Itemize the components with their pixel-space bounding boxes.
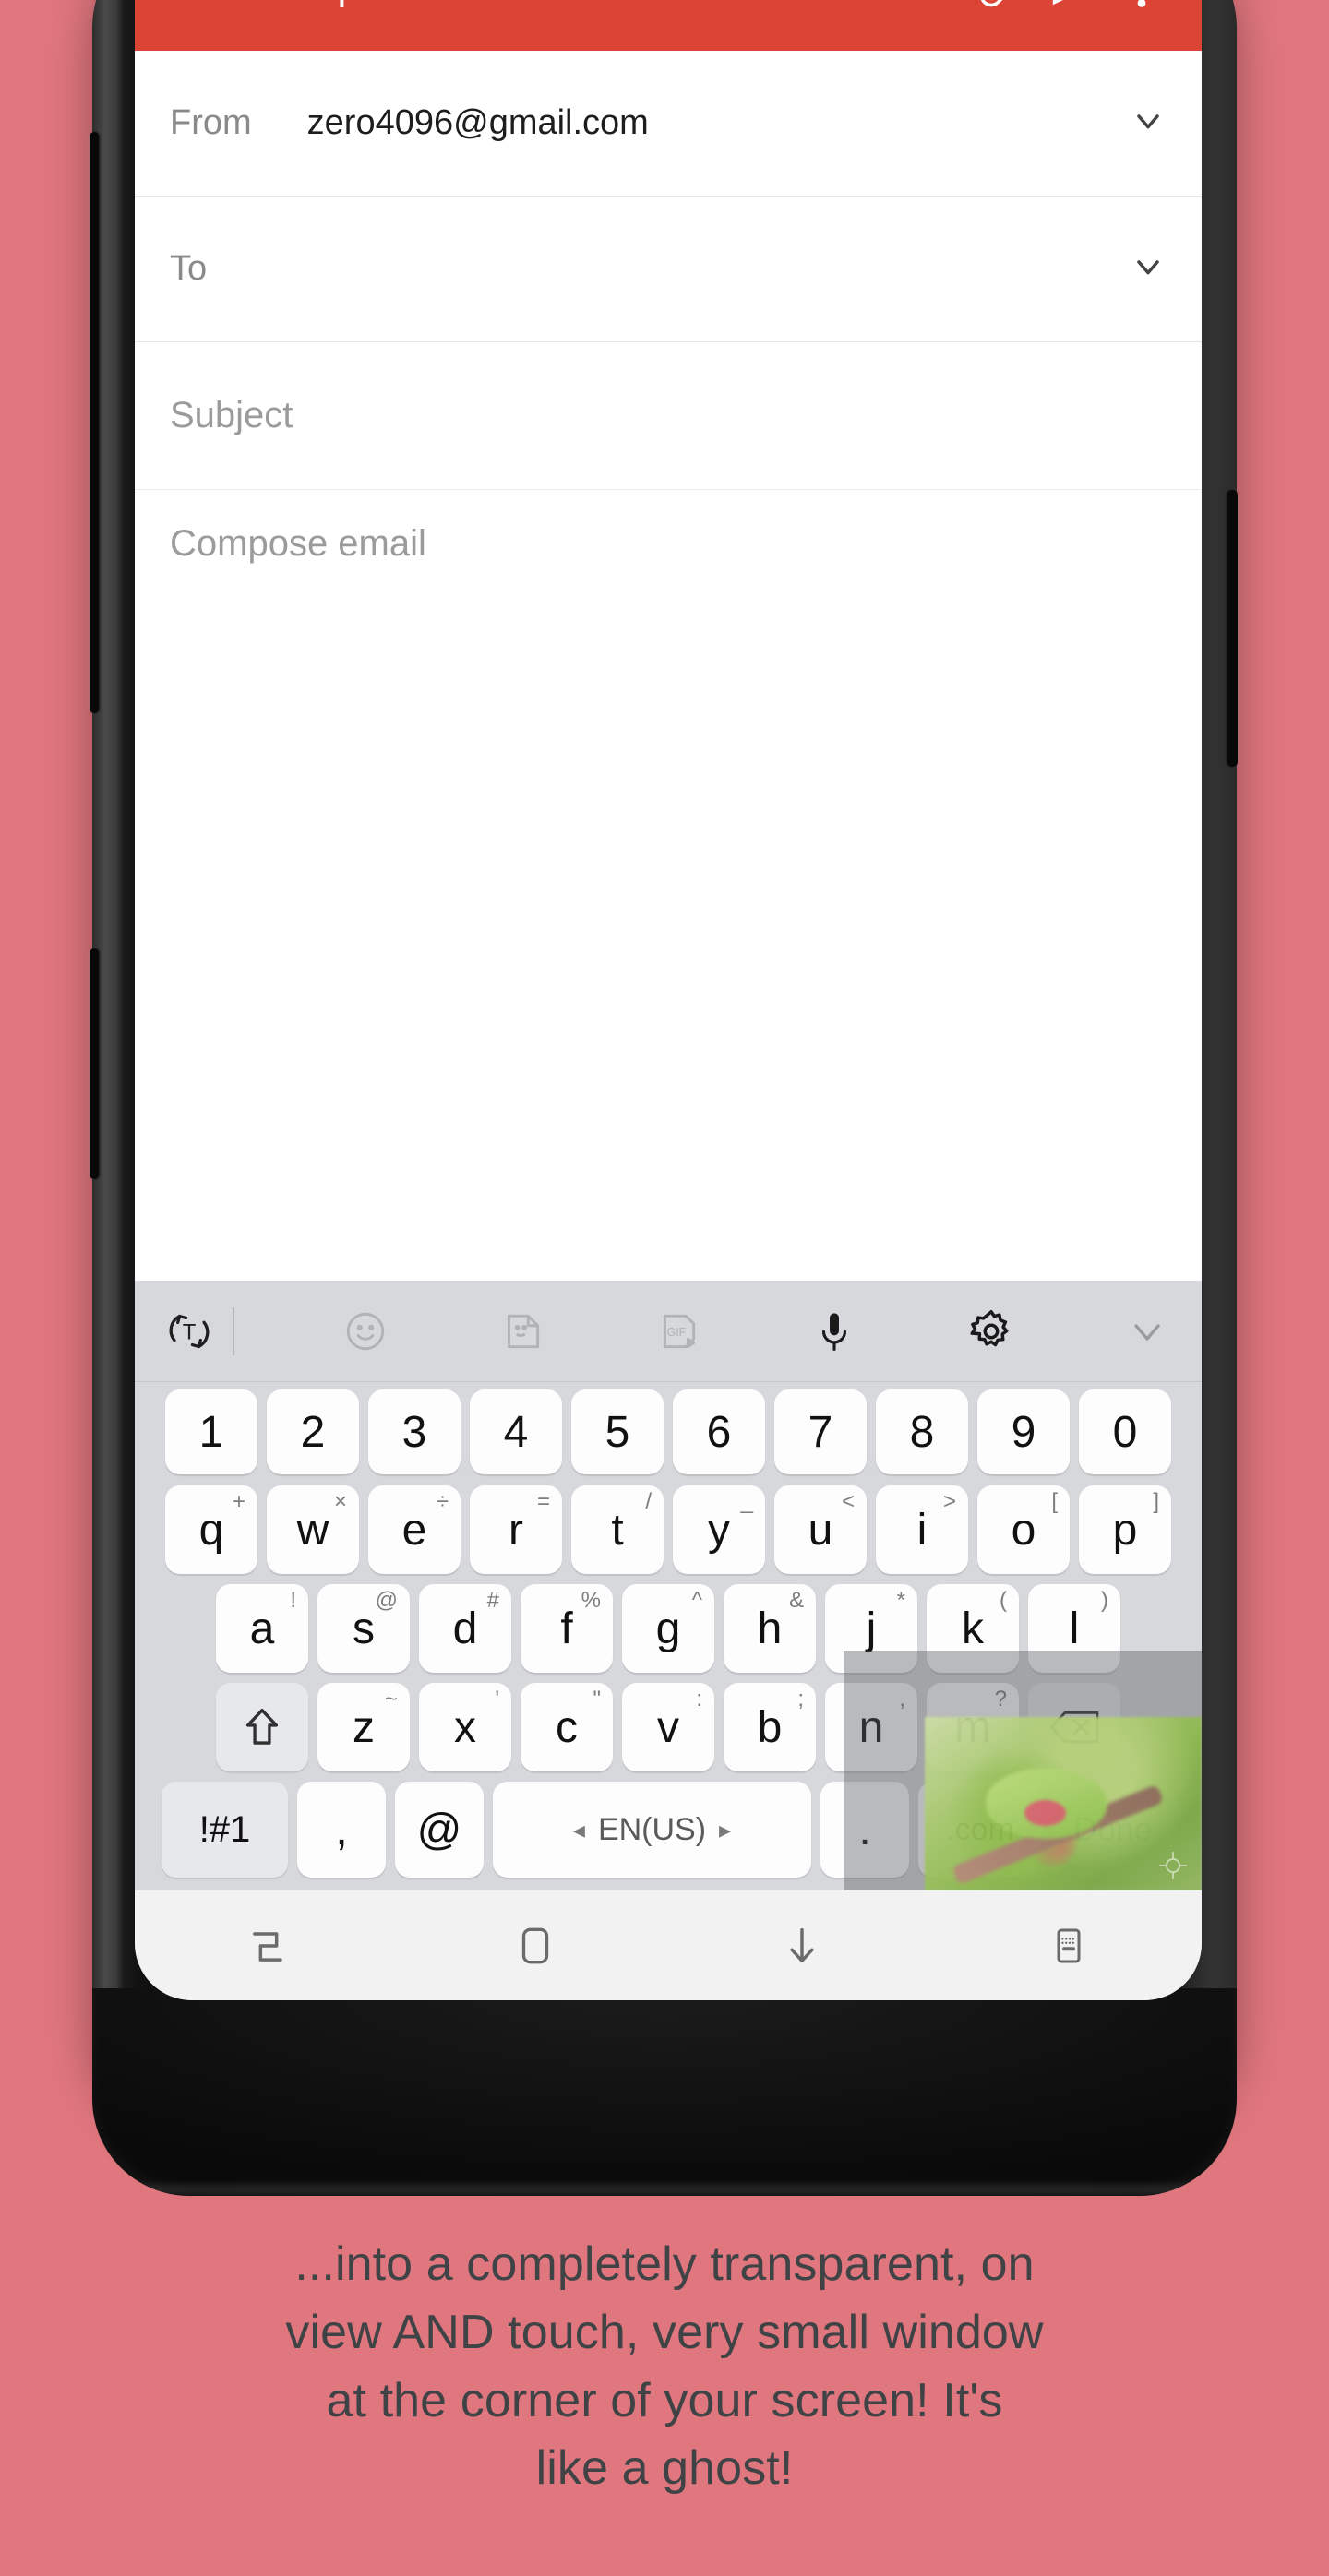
key-0[interactable]: 0 bbox=[1079, 1389, 1171, 1474]
sticker-icon[interactable] bbox=[488, 1308, 557, 1354]
email-body-field[interactable]: Compose email bbox=[135, 490, 1202, 1176]
back-arrow-icon[interactable] bbox=[159, 0, 231, 25]
app-bar: Compose bbox=[135, 0, 1202, 51]
key-8[interactable]: 8 bbox=[876, 1389, 968, 1474]
key-j[interactable]: * j bbox=[825, 1584, 917, 1673]
keyboard-row-bottom-letters: ~ z ' x " c :v ; b ,n ? m bbox=[135, 1679, 1202, 1778]
power-button[interactable] bbox=[1227, 490, 1238, 767]
key-k[interactable]: (k bbox=[927, 1584, 1019, 1673]
chevron-down-icon[interactable] bbox=[1130, 102, 1167, 144]
page-title: Compose bbox=[251, 0, 962, 9]
key-u[interactable]: < u bbox=[774, 1485, 867, 1574]
keyboard-row-top: + q × w ÷ e = r / t _ y < u > i [o ] p bbox=[135, 1482, 1202, 1580]
caption-line-2: view AND touch, very small window bbox=[285, 2305, 1044, 2359]
chevron-down-icon[interactable] bbox=[1113, 1309, 1181, 1354]
key-period[interactable]: . bbox=[820, 1782, 909, 1878]
to-field[interactable]: To bbox=[135, 197, 1202, 342]
key-6[interactable]: 6 bbox=[673, 1389, 765, 1474]
caption-line-1: ...into a completely transparent, on bbox=[294, 2237, 1035, 2291]
key-x[interactable]: ' x bbox=[419, 1683, 511, 1771]
key-9[interactable]: 9 bbox=[977, 1389, 1070, 1474]
key-r[interactable]: = r bbox=[470, 1485, 562, 1574]
more-options-icon[interactable] bbox=[1106, 0, 1178, 25]
key-h[interactable]: & h bbox=[724, 1584, 816, 1673]
caption-line-4: like a ghost! bbox=[535, 2441, 794, 2496]
key-l[interactable]: ) l bbox=[1028, 1584, 1120, 1673]
key-3[interactable]: 3 bbox=[368, 1389, 461, 1474]
key-g[interactable]: ^ g bbox=[622, 1584, 714, 1673]
key-5[interactable]: 5 bbox=[571, 1389, 664, 1474]
key-comma[interactable]: , bbox=[297, 1782, 386, 1878]
key-v[interactable]: :v bbox=[622, 1683, 714, 1771]
settings-gear-icon[interactable] bbox=[957, 1307, 1025, 1355]
key-2[interactable]: 2 bbox=[267, 1389, 359, 1474]
key-y[interactable]: _ y bbox=[673, 1485, 765, 1574]
attachment-icon[interactable] bbox=[962, 0, 1034, 25]
key-a[interactable]: ! a bbox=[216, 1584, 308, 1673]
dotcom-key[interactable]: .com bbox=[918, 1782, 1042, 1878]
from-value: zero4096@gmail.com bbox=[306, 103, 649, 142]
key-at[interactable]: @ bbox=[395, 1782, 484, 1878]
chevron-down-icon[interactable] bbox=[1130, 248, 1167, 290]
space-language-label: EN(US) bbox=[597, 1811, 707, 1847]
gif-icon[interactable]: GIF bbox=[644, 1308, 712, 1354]
key-i[interactable]: > i bbox=[876, 1485, 968, 1574]
keyboard-row-numbers: 1 2 3 4 5 6 7 8 9 0 bbox=[135, 1382, 1202, 1482]
body-placeholder: Compose email bbox=[170, 523, 426, 564]
key-c[interactable]: " c bbox=[521, 1683, 613, 1771]
key-f[interactable]: % f bbox=[521, 1584, 613, 1673]
key-o[interactable]: [o bbox=[977, 1485, 1070, 1574]
translate-icon[interactable]: T bbox=[155, 1307, 223, 1355]
home-icon[interactable] bbox=[401, 1923, 668, 1969]
hide-keyboard-icon[interactable] bbox=[668, 1922, 935, 1970]
key-p[interactable]: ] p bbox=[1079, 1485, 1171, 1574]
caption-text: ...into a completely transparent, on vie… bbox=[0, 2231, 1329, 2503]
subject-placeholder: Subject bbox=[170, 395, 293, 435]
on-screen-keyboard: T GIF 1 2 3 4 5 6 7 8 9 0 + q × w ÷ e = … bbox=[135, 1281, 1202, 1890]
key-b[interactable]: ; b bbox=[724, 1683, 816, 1771]
svg-text:GIF: GIF bbox=[666, 1326, 686, 1339]
key-s[interactable]: @ s bbox=[317, 1584, 410, 1673]
key-m[interactable]: ? m bbox=[927, 1683, 1019, 1771]
keyboard-toolbar: T GIF bbox=[135, 1281, 1202, 1382]
svg-text:T: T bbox=[183, 1319, 197, 1344]
system-navigation-bar bbox=[135, 1890, 1202, 2000]
key-e[interactable]: ÷ e bbox=[368, 1485, 461, 1574]
emoji-icon[interactable] bbox=[331, 1308, 400, 1354]
to-label: To bbox=[170, 249, 208, 288]
key-1[interactable]: 1 bbox=[165, 1389, 257, 1474]
assistant-button[interactable] bbox=[90, 948, 99, 1179]
symbols-key[interactable]: !#1 bbox=[162, 1782, 288, 1878]
space-key[interactable]: ◂ EN(US) ▸ bbox=[493, 1782, 811, 1878]
key-w[interactable]: × w bbox=[267, 1485, 359, 1574]
from-field[interactable]: From zero4096@gmail.com bbox=[135, 51, 1202, 197]
key-4[interactable]: 4 bbox=[470, 1389, 562, 1474]
send-icon[interactable] bbox=[1034, 0, 1106, 25]
keyboard-row-action: !#1 , @ ◂ EN(US) ▸ . .com Done bbox=[135, 1778, 1202, 1890]
key-7[interactable]: 7 bbox=[774, 1389, 867, 1474]
key-t[interactable]: / t bbox=[571, 1485, 664, 1574]
volume-button[interactable] bbox=[90, 132, 99, 713]
toolbar-divider bbox=[233, 1306, 234, 1355]
key-q[interactable]: + q bbox=[165, 1485, 257, 1574]
phone-screen: Compose From zero4096@gmail.com To Subje… bbox=[135, 0, 1202, 2000]
key-d[interactable]: # d bbox=[419, 1584, 511, 1673]
caption-line-3: at the corner of your screen! It's bbox=[326, 2373, 1003, 2427]
microphone-icon[interactable] bbox=[800, 1308, 868, 1354]
backspace-icon[interactable] bbox=[1028, 1683, 1120, 1771]
subject-field[interactable]: Subject bbox=[135, 342, 1202, 490]
phone-bottom-bezel bbox=[92, 1988, 1237, 2196]
key-n[interactable]: ,n bbox=[825, 1683, 917, 1771]
next-language-icon[interactable]: ▸ bbox=[719, 1816, 731, 1844]
shift-arrow-icon[interactable] bbox=[216, 1683, 308, 1771]
from-label: From bbox=[170, 103, 252, 142]
recents-icon[interactable] bbox=[135, 1922, 401, 1970]
done-key[interactable]: Done bbox=[1051, 1782, 1175, 1878]
key-z[interactable]: ~ z bbox=[317, 1683, 410, 1771]
keyboard-row-home: ! a @ s # d % f ^ g & h * j (k ) l bbox=[135, 1580, 1202, 1679]
prev-language-icon[interactable]: ◂ bbox=[573, 1816, 585, 1844]
keyboard-switch-icon[interactable] bbox=[935, 1924, 1202, 1968]
